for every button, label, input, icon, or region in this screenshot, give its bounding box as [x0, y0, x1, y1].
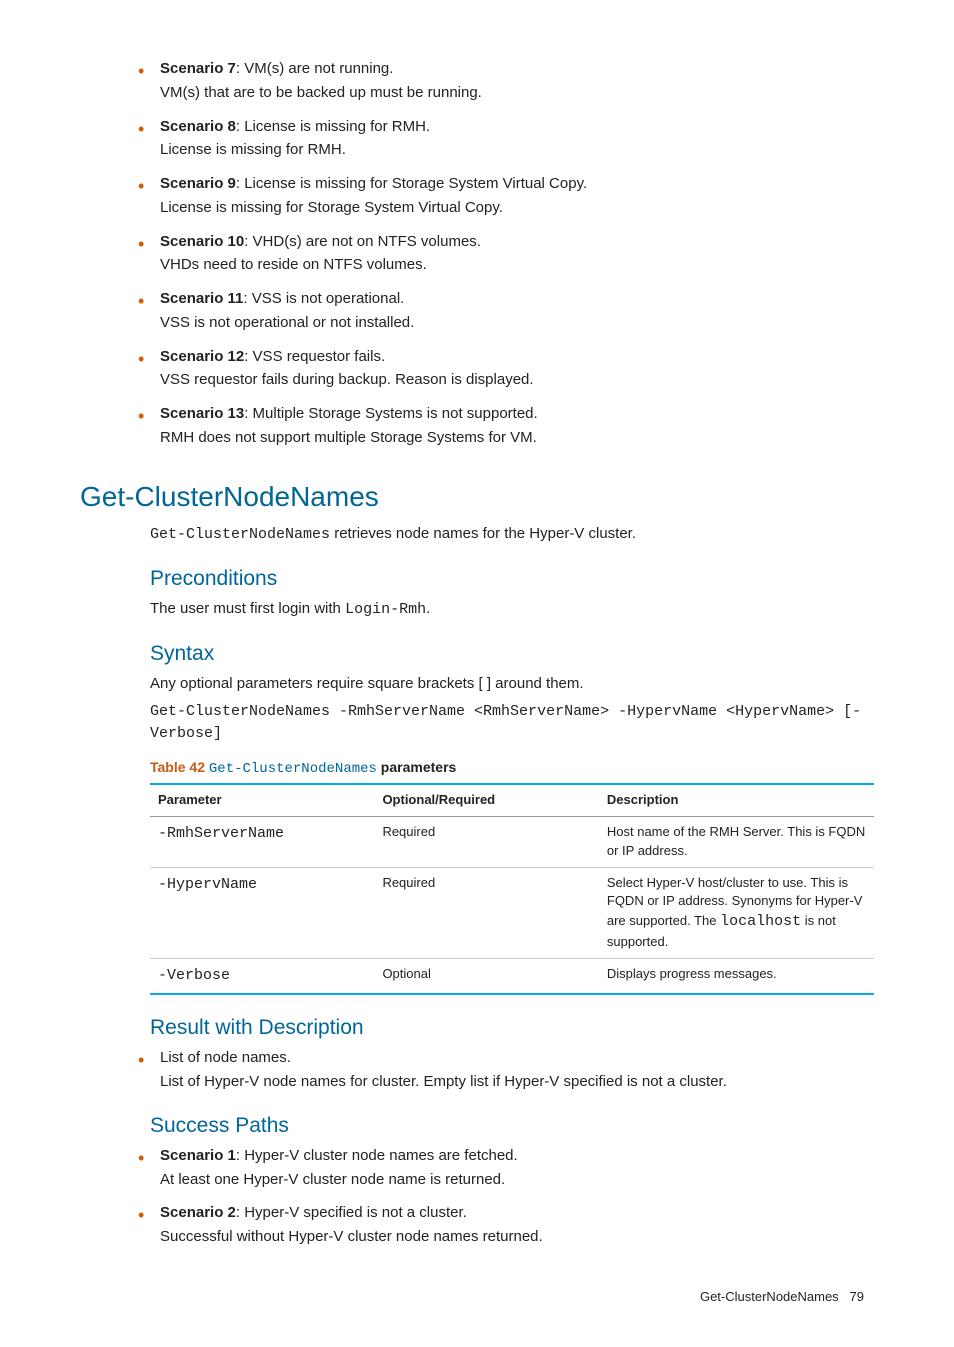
precond-code: Login-Rmh	[345, 601, 426, 618]
scenario-title: : Hyper-V cluster node names are fetched…	[236, 1147, 518, 1164]
list-item: Scenario 8: License is missing for RMH. …	[160, 116, 874, 162]
syntax-heading: Syntax	[150, 639, 874, 669]
th-optreq: Optional/Required	[374, 784, 598, 816]
table-row: -HypervName Required Select Hyper-V host…	[150, 867, 874, 958]
scenario-label: Scenario 2	[160, 1204, 236, 1221]
param-optreq: Required	[374, 816, 598, 867]
scenario-label: Scenario 1	[160, 1147, 236, 1164]
list-item: Scenario 1: Hyper-V cluster node names a…	[160, 1145, 874, 1191]
scenario-label: Scenario 7	[160, 60, 236, 77]
scenario-desc: VSS requestor fails during backup. Reaso…	[160, 369, 874, 391]
table-caption: Table 42 Get-ClusterNodeNames parameters	[150, 757, 874, 779]
list-item: Scenario 9: License is missing for Stora…	[160, 173, 874, 219]
scenario-desc: License is missing for RMH.	[160, 139, 874, 161]
th-desc: Description	[599, 784, 874, 816]
result-item-desc: List of Hyper-V node names for cluster. …	[160, 1071, 874, 1093]
desc-code: localhost	[720, 913, 801, 930]
scenario-list-top: Scenario 7: VM(s) are not running. VM(s)…	[80, 58, 874, 449]
list-item: Scenario 10: VHD(s) are not on NTFS volu…	[160, 231, 874, 277]
param-name: -Verbose	[150, 958, 374, 993]
precond-post: .	[426, 600, 430, 617]
precond-pre: The user must first login with	[150, 600, 345, 617]
scenario-title: : Multiple Storage Systems is not suppor…	[244, 405, 537, 422]
param-name: -RmhServerName	[150, 816, 374, 867]
param-optreq: Required	[374, 867, 598, 958]
footer-page: 79	[850, 1289, 864, 1304]
scenario-title: : License is missing for Storage System …	[236, 175, 587, 192]
success-list: Scenario 1: Hyper-V cluster node names a…	[80, 1145, 874, 1248]
result-item-title: List of node names.	[160, 1049, 291, 1066]
scenario-desc: VM(s) that are to be backed up must be r…	[160, 82, 874, 104]
scenario-label: Scenario 8	[160, 118, 236, 135]
preconditions-heading: Preconditions	[150, 564, 874, 594]
scenario-desc: VHDs need to reside on NTFS volumes.	[160, 254, 874, 276]
footer-title: Get-ClusterNodeNames	[700, 1289, 839, 1304]
scenario-title: : License is missing for RMH.	[236, 118, 430, 135]
list-item: Scenario 2: Hyper-V specified is not a c…	[160, 1202, 874, 1248]
scenario-desc: License is missing for Storage System Vi…	[160, 197, 874, 219]
intro-code: Get-ClusterNodeNames	[150, 526, 330, 543]
table-row: -Verbose Optional Displays progress mess…	[150, 958, 874, 993]
intro-text: retrieves node names for the Hyper-V clu…	[330, 525, 636, 542]
table-header-row: Parameter Optional/Required Description	[150, 784, 874, 816]
scenario-title: : VHD(s) are not on NTFS volumes.	[244, 233, 481, 250]
scenario-label: Scenario 12	[160, 348, 244, 365]
param-desc: Host name of the RMH Server. This is FQD…	[599, 816, 874, 867]
list-item: Scenario 13: Multiple Storage Systems is…	[160, 403, 874, 449]
scenario-desc: Successful without Hyper-V cluster node …	[160, 1226, 874, 1248]
preconditions-text: The user must first login with Login-Rmh…	[150, 598, 874, 621]
scenario-desc: RMH does not support multiple Storage Sy…	[160, 427, 874, 449]
syntax-code: Get-ClusterNodeNames -RmhServerName <Rmh…	[150, 701, 874, 745]
list-item: List of node names. List of Hyper-V node…	[160, 1047, 874, 1093]
success-heading: Success Paths	[150, 1111, 874, 1141]
th-parameter: Parameter	[150, 784, 374, 816]
param-desc: Select Hyper-V host/cluster to use. This…	[599, 867, 874, 958]
section-intro: Get-ClusterNodeNames retrieves node name…	[150, 523, 874, 546]
scenario-title: : VSS requestor fails.	[244, 348, 385, 365]
scenario-label: Scenario 10	[160, 233, 244, 250]
scenario-title: : Hyper-V specified is not a cluster.	[236, 1204, 467, 1221]
table-caption-label: Table 42	[150, 759, 209, 775]
list-item: Scenario 7: VM(s) are not running. VM(s)…	[160, 58, 874, 104]
param-desc: Displays progress messages.	[599, 958, 874, 993]
scenario-desc: At least one Hyper-V cluster node name i…	[160, 1169, 874, 1191]
syntax-intro: Any optional parameters require square b…	[150, 673, 874, 695]
scenario-label: Scenario 11	[160, 290, 243, 307]
param-name: -HypervName	[150, 867, 374, 958]
result-list: List of node names. List of Hyper-V node…	[80, 1047, 874, 1093]
parameters-table: Parameter Optional/Required Description …	[150, 783, 874, 995]
scenario-label: Scenario 13	[160, 405, 244, 422]
list-item: Scenario 11: VSS is not operational. VSS…	[160, 288, 874, 334]
result-heading: Result with Description	[150, 1013, 874, 1043]
scenario-title: : VM(s) are not running.	[236, 60, 394, 77]
page-footer: Get-ClusterNodeNames 79	[80, 1288, 874, 1307]
list-item: Scenario 12: VSS requestor fails. VSS re…	[160, 346, 874, 392]
table-caption-params: parameters	[377, 759, 456, 775]
section-heading: Get-ClusterNodeNames	[80, 477, 874, 518]
table-row: -RmhServerName Required Host name of the…	[150, 816, 874, 867]
table-caption-code: Get-ClusterNodeNames	[209, 761, 377, 777]
scenario-desc: VSS is not operational or not installed.	[160, 312, 874, 334]
scenario-label: Scenario 9	[160, 175, 236, 192]
param-optreq: Optional	[374, 958, 598, 993]
scenario-title: : VSS is not operational.	[243, 290, 404, 307]
